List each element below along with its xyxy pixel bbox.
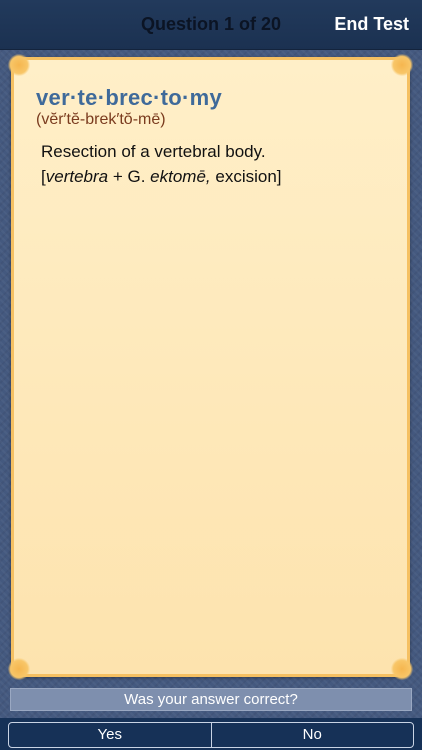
answer-prompt: Was your answer correct?	[10, 688, 412, 711]
end-test-button[interactable]: End Test	[334, 14, 409, 35]
term-headword: ver·te·brec·to·my	[36, 85, 223, 110]
navigation-bar: Question 1 of 20 End Test	[0, 0, 422, 50]
yes-button[interactable]: Yes	[9, 723, 211, 747]
etymology-greek-word: ektomē,	[150, 167, 211, 186]
etymology-meaning: excision]	[210, 167, 282, 186]
etymology: [vertebra + G. ektomē, excision]	[41, 164, 282, 189]
etymology-root-word: vertebra	[45, 167, 109, 186]
definition-text: Resection of a vertebral body.	[41, 142, 266, 161]
card-corner-ornament	[8, 658, 30, 680]
flashcard: ver·te·brec·to·my (vĕr′tĕ-brek′tŏ-mē) Re…	[8, 54, 413, 680]
pronunciation: (vĕr′tĕ-brek′tŏ-mē)	[36, 111, 166, 128]
card-corner-ornament	[391, 658, 413, 680]
answer-segmented-control: Yes No	[8, 722, 414, 748]
card-corner-ornament	[391, 54, 413, 76]
card-corner-ornament	[8, 54, 30, 76]
etymology-connector: + G.	[108, 167, 151, 186]
no-button[interactable]: No	[210, 723, 414, 747]
